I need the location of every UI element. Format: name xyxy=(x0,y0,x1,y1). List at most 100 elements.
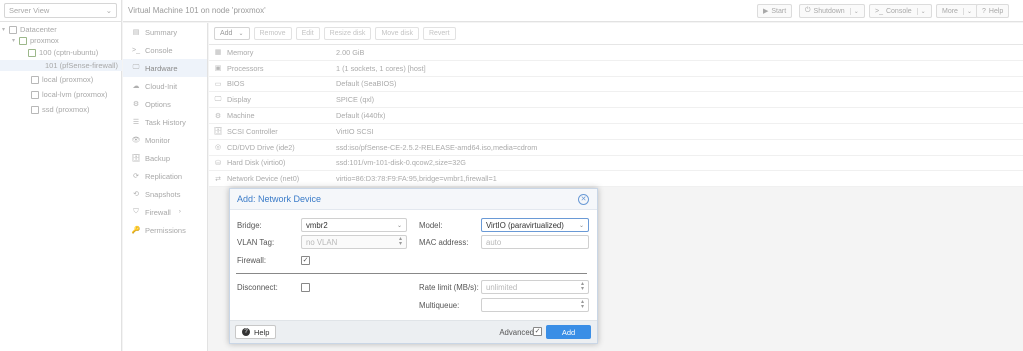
start-button[interactable]: ▶ Start xyxy=(757,4,793,18)
hardware-row[interactable]: ⇄ Network Device (net0) virtio=86:D3:78:F9… xyxy=(209,171,1023,188)
hardware-name: BIOS xyxy=(227,79,245,89)
chevron-down-icon: ⌄ xyxy=(578,222,584,229)
hardware-row[interactable]: ▦ Memory 2.00 GiB xyxy=(209,45,1023,61)
help-button[interactable]: ? Help xyxy=(235,325,277,339)
collapse-icon[interactable]: ▾ xyxy=(2,26,9,33)
hardware-row[interactable]: ◎ CD/DVD Drive (ide2) ssd:iso/pfSense-CE-2… xyxy=(209,140,1023,156)
nav-item-hardware[interactable]: 🖵 Hardware xyxy=(123,59,207,77)
move-disk-button[interactable]: Move disk xyxy=(375,27,419,40)
nav-item-backup[interactable]: 🗄 Backup xyxy=(123,149,207,167)
nav-label: Summary xyxy=(145,27,178,37)
multiqueue-input[interactable]: ▴ ▾ xyxy=(481,298,589,312)
help-header-button[interactable]: ? Help xyxy=(976,4,1010,18)
server-view-label: Server View xyxy=(9,6,50,15)
nav-item-console[interactable]: >_ Console xyxy=(123,41,207,59)
tree-item-label: proxmox xyxy=(30,36,59,45)
advanced-divider xyxy=(236,273,587,274)
hardware-value: SPICE (qxl) xyxy=(336,95,375,105)
hardware-row[interactable]: ▣ Processors 1 (1 sockets, 1 cores) [host] xyxy=(209,61,1023,77)
tree-item-vm-100[interactable]: 100 (cptn-ubuntu) xyxy=(28,47,98,58)
nav-item-options[interactable]: ⚙ Options xyxy=(123,95,207,113)
shutdown-label: Shutdown xyxy=(813,7,845,15)
firewall-checkbox[interactable]: ✓ xyxy=(301,256,310,265)
nav-item-monitor[interactable]: 👁 Monitor xyxy=(123,131,207,149)
tree-item-storage-local-lvm[interactable]: local-lvm (proxmox) xyxy=(31,89,107,100)
nav-item-permissions[interactable]: 🔑 Permissions xyxy=(123,221,207,239)
remove-button[interactable]: Remove xyxy=(253,27,292,40)
nav-item-summary[interactable]: ▤ Summary xyxy=(123,23,207,41)
model-select[interactable]: VirtIO (paravirtualized) ⌄ xyxy=(481,218,589,232)
hardware-row[interactable]: 🖵 Display SPICE (qxl) xyxy=(209,92,1023,109)
spinner-icon[interactable]: ▴ ▾ xyxy=(581,299,584,310)
vlan-tag-input[interactable]: no VLAN ▴ ▾ xyxy=(301,235,407,249)
nav-label: Hardware xyxy=(145,63,178,73)
hardware-row[interactable]: ▭ BIOS Default (SeaBIOS) xyxy=(209,77,1023,93)
nav-item-task-history[interactable]: ☰ Task History xyxy=(123,113,207,131)
nav-item-replication[interactable]: ⟳ Replication xyxy=(123,167,207,185)
help-label: Help xyxy=(988,7,1004,15)
nav-item-snapshots[interactable]: ⟲ Snapshots xyxy=(123,185,207,203)
server-view-select[interactable]: Server View ⌄ xyxy=(4,3,117,18)
nav-label: Monitor xyxy=(145,135,171,145)
mac-address-placeholder: auto xyxy=(486,237,502,247)
summary-icon: ▤ xyxy=(132,29,140,36)
disconnect-checkbox[interactable] xyxy=(301,283,310,292)
multiqueue-label: Multiqueue: xyxy=(419,301,460,310)
rate-limit-input[interactable]: unlimited ▴ ▾ xyxy=(481,280,589,294)
datacenter-icon xyxy=(9,25,17,34)
chevron-down-icon: ⌄ xyxy=(396,222,402,229)
tree-header: Server View ⌄ xyxy=(0,0,121,22)
nav-label: Replication xyxy=(145,171,183,181)
nav-label: Backup xyxy=(145,153,171,163)
add-button[interactable]: Add xyxy=(546,325,591,339)
nav-item-firewall[interactable]: ⛉ Firewall › xyxy=(123,203,207,221)
bridge-select[interactable]: vmbr2 ⌄ xyxy=(301,218,407,232)
edit-button[interactable]: Edit xyxy=(295,27,320,40)
hardware-row[interactable]: ⚙ Machine Default (i440fx) xyxy=(209,108,1023,124)
chevron-down-icon[interactable]: ⌄ xyxy=(849,7,859,15)
tree-item-node[interactable]: ▾ proxmox xyxy=(12,35,59,46)
tree-item-datacenter[interactable]: ▾ Datacenter xyxy=(2,24,57,35)
spinner-icon[interactable]: ▴ ▾ xyxy=(581,281,584,292)
advanced-checkbox[interactable]: ✓ xyxy=(533,327,542,336)
spinner-icon[interactable]: ▴ ▾ xyxy=(399,236,402,247)
chevron-down-icon: ⌄ xyxy=(238,31,244,37)
collapse-icon[interactable]: ▾ xyxy=(12,37,19,44)
tree-item-vm-101[interactable]: 101 (pfSense-firewall) xyxy=(0,60,122,71)
console-button[interactable]: >_ Console ⌄ xyxy=(869,4,932,18)
hardware-name: Hard Disk (virtio0) xyxy=(227,158,286,168)
hardware-value: virtio=86:D3:78:F9:FA:95,bridge=vmbr1,fi… xyxy=(336,174,497,184)
resize-disk-button[interactable]: Resize disk xyxy=(323,27,372,40)
revert-button[interactable]: Revert xyxy=(422,27,456,40)
hardware-name: SCSI Controller xyxy=(227,126,278,136)
chevron-down-icon[interactable]: ⌄ xyxy=(916,7,926,15)
tree-item-storage-local[interactable]: local (proxmox) xyxy=(31,74,93,85)
tree-item-storage-ssd[interactable]: ssd (proxmox) xyxy=(31,104,90,115)
chevron-down-icon: ⌄ xyxy=(962,7,972,15)
content-header: Virtual Machine 101 on node 'proxmox' ▶ … xyxy=(123,0,1023,22)
add-hardware-button[interactable]: Add ⌄ xyxy=(214,27,250,40)
hardware-name: Network Device (net0) xyxy=(227,174,300,184)
hardware-name: Display xyxy=(227,95,251,105)
gear-icon: ⚙ xyxy=(132,101,140,108)
advanced-label: Advanced xyxy=(499,328,534,337)
hardware-icon: ⚙ xyxy=(214,112,222,120)
nav-item-cloud-init[interactable]: ☁ Cloud-Init xyxy=(123,77,207,95)
mac-address-input[interactable]: auto xyxy=(481,235,589,249)
hardware-value: 2.00 GiB xyxy=(336,47,365,57)
close-icon[interactable]: ✕ xyxy=(578,194,589,205)
more-button[interactable]: More ⌄ xyxy=(936,4,978,18)
page-title: Virtual Machine 101 on node 'proxmox' xyxy=(128,6,266,15)
list-icon: ☰ xyxy=(132,119,140,126)
hardware-value: Default (SeaBIOS) xyxy=(336,79,397,89)
hardware-table: ▦ Memory 2.00 GiB ▣ Processors 1 (1 sockets, … xyxy=(209,45,1023,188)
shutdown-button[interactable]: ⏻ Shutdown ⌄ xyxy=(799,4,865,18)
storage-icon xyxy=(31,75,39,84)
hardware-name: Processors xyxy=(227,63,264,73)
console-label: Console xyxy=(885,7,912,15)
hardware-row[interactable]: ⛁ Hard Disk (virtio0) ssd:101/vm-101-disk-… xyxy=(209,156,1023,172)
hardware-icon: ⛁ xyxy=(215,159,221,167)
shield-icon: ⛉ xyxy=(133,208,139,215)
nav-label: Permissions xyxy=(145,225,186,235)
hardware-row[interactable]: 🗄 SCSI Controller VirtIO SCSI xyxy=(209,124,1023,140)
